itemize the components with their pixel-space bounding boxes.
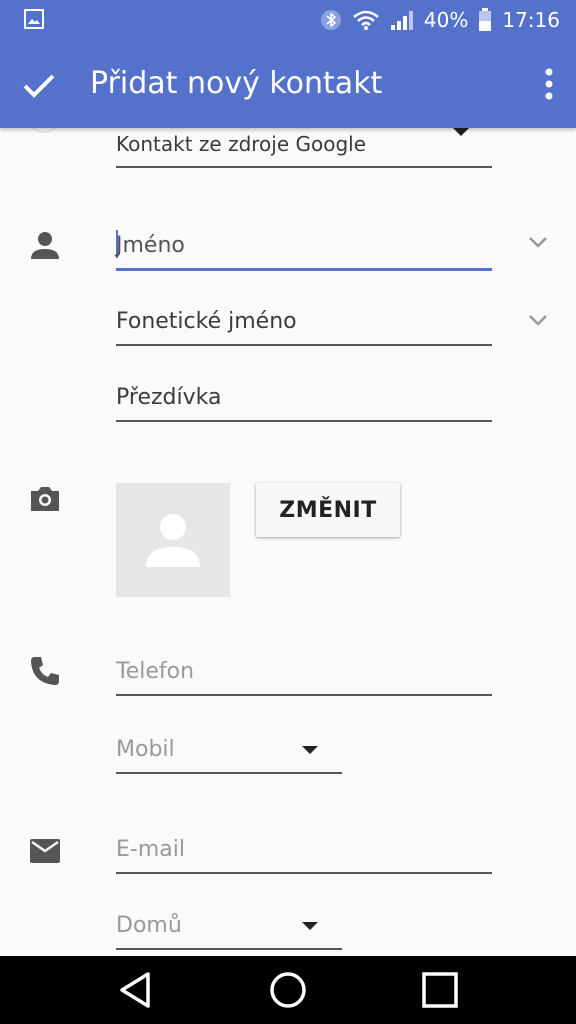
name-input[interactable]: Jméno xyxy=(116,218,492,271)
image-notification-icon xyxy=(24,9,44,29)
phone-type-value: Mobil xyxy=(116,737,175,762)
clock: 17:16 xyxy=(502,8,560,32)
email-input[interactable]: E-mail xyxy=(116,824,492,874)
phone-placeholder: Telefon xyxy=(116,659,195,684)
bluetooth-icon xyxy=(320,10,341,30)
contact-photo-placeholder[interactable] xyxy=(116,483,230,597)
signal-icon xyxy=(390,11,413,30)
home-icon[interactable] xyxy=(268,970,308,1010)
name-placeholder: Jméno xyxy=(116,233,185,258)
save-check-icon[interactable] xyxy=(22,68,56,102)
avatar-silhouette-icon xyxy=(146,514,200,567)
battery-icon xyxy=(479,8,492,31)
phone-type-dropdown[interactable]: Mobil xyxy=(116,724,342,774)
change-photo-button[interactable]: ZMĚNIT xyxy=(256,483,400,537)
battery-percent: 40% xyxy=(423,8,469,32)
phone-type-arrow-icon xyxy=(302,746,318,754)
expand-name-chevron-icon[interactable] xyxy=(528,236,548,248)
email-type-value: Domů xyxy=(116,913,182,938)
phone-icon xyxy=(31,657,59,685)
back-icon[interactable] xyxy=(116,970,156,1010)
contact-form[interactable]: Kontakt ze zdroje Google Jméno Fonetické… xyxy=(0,128,576,956)
wifi-icon xyxy=(353,10,379,30)
account-selector[interactable]: Kontakt ze zdroje Google xyxy=(116,128,492,168)
system-navigation-bar xyxy=(0,956,576,1024)
more-options-icon[interactable] xyxy=(544,68,554,100)
expand-phonetic-chevron-icon[interactable] xyxy=(528,314,548,326)
phonetic-name-placeholder: Fonetické jméno xyxy=(116,309,297,334)
account-source-label: Kontakt ze zdroje Google xyxy=(116,132,367,156)
email-placeholder: E-mail xyxy=(116,837,185,862)
person-icon xyxy=(31,232,59,259)
nickname-input[interactable]: Přezdívka xyxy=(116,374,492,422)
app-bar: Přidat nový kontakt xyxy=(0,40,576,128)
email-type-dropdown[interactable]: Domů xyxy=(116,902,342,950)
phonetic-name-input[interactable]: Fonetické jméno xyxy=(116,296,492,346)
page-title: Přidat nový kontakt xyxy=(90,66,383,101)
status-bar-right: 40% 17:16 xyxy=(320,0,560,40)
recent-apps-icon[interactable] xyxy=(420,970,460,1010)
google-account-icon xyxy=(32,128,56,133)
email-type-arrow-icon xyxy=(302,922,318,930)
phone-input[interactable]: Telefon xyxy=(116,646,492,696)
status-bar: 40% 17:16 xyxy=(0,0,576,40)
nickname-placeholder: Přezdívka xyxy=(116,385,222,410)
email-icon xyxy=(30,839,60,863)
camera-icon xyxy=(31,487,59,511)
